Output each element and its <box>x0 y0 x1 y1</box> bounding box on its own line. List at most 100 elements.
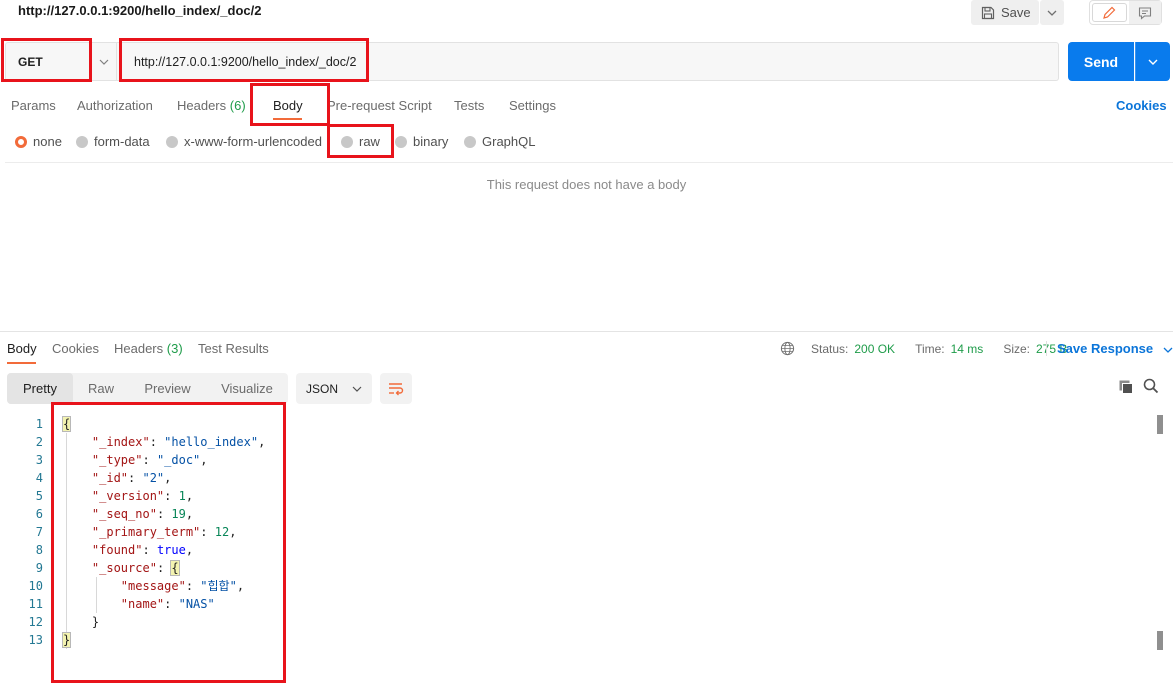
view-raw-button[interactable]: Raw <box>73 373 129 404</box>
line-number: 12 <box>28 615 43 629</box>
line-number: 4 <box>35 471 43 485</box>
response-tab-test-results[interactable]: Test Results <box>198 341 269 356</box>
send-options-button[interactable] <box>1135 42 1170 81</box>
tab-params[interactable]: Params <box>11 98 56 113</box>
divider <box>5 162 1173 163</box>
radio-label: none <box>33 134 62 149</box>
comments-button[interactable] <box>1128 1 1161 24</box>
line-number: 10 <box>28 579 43 593</box>
response-tab-cookies[interactable]: Cookies <box>52 341 99 356</box>
body-type-x-www-form-urlencoded[interactable]: x-www-form-urlencoded <box>166 134 322 149</box>
line-number: 9 <box>35 561 43 575</box>
line-number: 3 <box>35 453 43 467</box>
send-button[interactable]: Send <box>1068 42 1134 81</box>
tab-label: Headers <box>177 98 227 113</box>
body-type-binary[interactable]: binary <box>395 134 448 149</box>
tab-label: Tests <box>454 98 485 113</box>
radio-icon <box>395 135 407 148</box>
chevron-down-icon <box>1163 347 1173 353</box>
body-type-graphql[interactable]: GraphQL <box>464 134 535 149</box>
url-value: http://127.0.0.1:9200/hello_index/_doc/2 <box>134 55 357 69</box>
json-key: "_id" <box>91 471 129 485</box>
line-number: 8 <box>35 543 43 557</box>
no-body-message: This request does not have a body <box>486 177 687 192</box>
tab-authorization[interactable]: Authorization <box>77 98 153 113</box>
save-label: Save <box>1001 5 1031 20</box>
tab-label: Settings <box>509 98 556 113</box>
save-response-button[interactable]: Save Response <box>1046 341 1173 356</box>
size-label: Size: <box>1003 341 1030 356</box>
json-key: "_type" <box>91 453 143 467</box>
cookies-link[interactable]: Cookies <box>1116 98 1167 113</box>
json-value: 12 <box>214 525 230 539</box>
save-button[interactable]: Save <box>971 0 1039 25</box>
edit-mode-button[interactable] <box>1092 3 1127 22</box>
radio-icon <box>76 135 88 148</box>
tab-label: Body <box>273 98 303 113</box>
radio-selected-icon <box>15 135 27 148</box>
view-visualize-button[interactable]: Visualize <box>206 373 288 404</box>
view-pretty-button[interactable]: Pretty <box>7 373 73 404</box>
tab-body[interactable]: Body <box>273 98 303 113</box>
line-number: 11 <box>28 597 43 611</box>
tab-tests[interactable]: Tests <box>454 98 484 113</box>
active-tab-indicator <box>273 118 302 120</box>
json-key: "_index" <box>91 435 150 449</box>
active-response-tab-indicator <box>7 362 36 364</box>
view-preview-button[interactable]: Preview <box>129 373 206 404</box>
radio-label: form-data <box>94 134 150 149</box>
body-type-none[interactable]: none <box>15 134 62 149</box>
scrollbar-marker[interactable] <box>1157 415 1163 434</box>
response-body-viewer[interactable]: 1{ 2 "_index": "hello_index", 3 "_type":… <box>0 415 1173 683</box>
status-value[interactable]: 200 OK <box>854 342 895 356</box>
time-value[interactable]: 14 ms <box>951 342 984 356</box>
format-select[interactable]: JSON <box>296 373 372 404</box>
copy-icon[interactable] <box>1118 379 1134 395</box>
json-key: "found" <box>91 543 143 557</box>
search-icon[interactable] <box>1143 378 1159 394</box>
radio-label: raw <box>359 134 380 149</box>
body-type-raw[interactable]: raw <box>341 134 380 149</box>
globe-icon[interactable] <box>780 341 795 356</box>
line-number: 6 <box>35 507 43 521</box>
line-number: 7 <box>35 525 43 539</box>
save-icon <box>981 6 995 19</box>
scrollbar-marker[interactable] <box>1157 631 1163 650</box>
radio-icon <box>166 135 178 148</box>
radio-icon <box>464 135 476 148</box>
tab-label: Cookies <box>52 341 99 356</box>
line-number: 5 <box>35 489 43 503</box>
response-divider[interactable] <box>0 331 1173 332</box>
response-tab-headers[interactable]: Headers (3) <box>114 341 183 356</box>
time-label: Time: <box>915 341 945 356</box>
tab-settings[interactable]: Settings <box>509 98 556 113</box>
edit-comment-toggle <box>1089 0 1162 25</box>
line-number: 2 <box>35 435 43 449</box>
json-value: 1 <box>178 489 186 503</box>
json-value: "2" <box>142 471 165 485</box>
tab-label: Authorization <box>77 98 153 113</box>
json-value: 19 <box>171 507 186 521</box>
json-key: "message" <box>120 579 186 593</box>
tab-label: Params <box>11 98 56 113</box>
view-mode-group: Pretty Raw Preview Visualize <box>7 373 288 404</box>
save-options-button[interactable] <box>1040 0 1064 25</box>
chevron-down-icon <box>1047 10 1057 16</box>
request-title[interactable]: http://127.0.0.1:9200/hello_index/_doc/2 <box>18 3 261 18</box>
chevron-down-icon <box>1148 59 1158 65</box>
wrap-lines-icon <box>389 382 404 395</box>
tab-count: (6) <box>229 98 246 113</box>
tab-label: Test Results <box>198 341 269 356</box>
tab-pre-request-script[interactable]: Pre-request Script <box>327 98 432 113</box>
method-value: GET <box>18 55 43 69</box>
json-value: "NAS" <box>178 597 215 611</box>
response-tab-body[interactable]: Body <box>7 341 37 356</box>
json-key: "_seq_no" <box>91 507 157 521</box>
pencil-icon <box>1103 6 1116 19</box>
tab-headers[interactable]: Headers (6) <box>177 98 246 113</box>
wrap-lines-button[interactable] <box>380 373 412 404</box>
tab-label: Pre-request Script <box>327 98 432 113</box>
tab-label: Body <box>7 341 37 356</box>
json-value: "hello_index" <box>164 435 259 449</box>
body-type-form-data[interactable]: form-data <box>76 134 150 149</box>
